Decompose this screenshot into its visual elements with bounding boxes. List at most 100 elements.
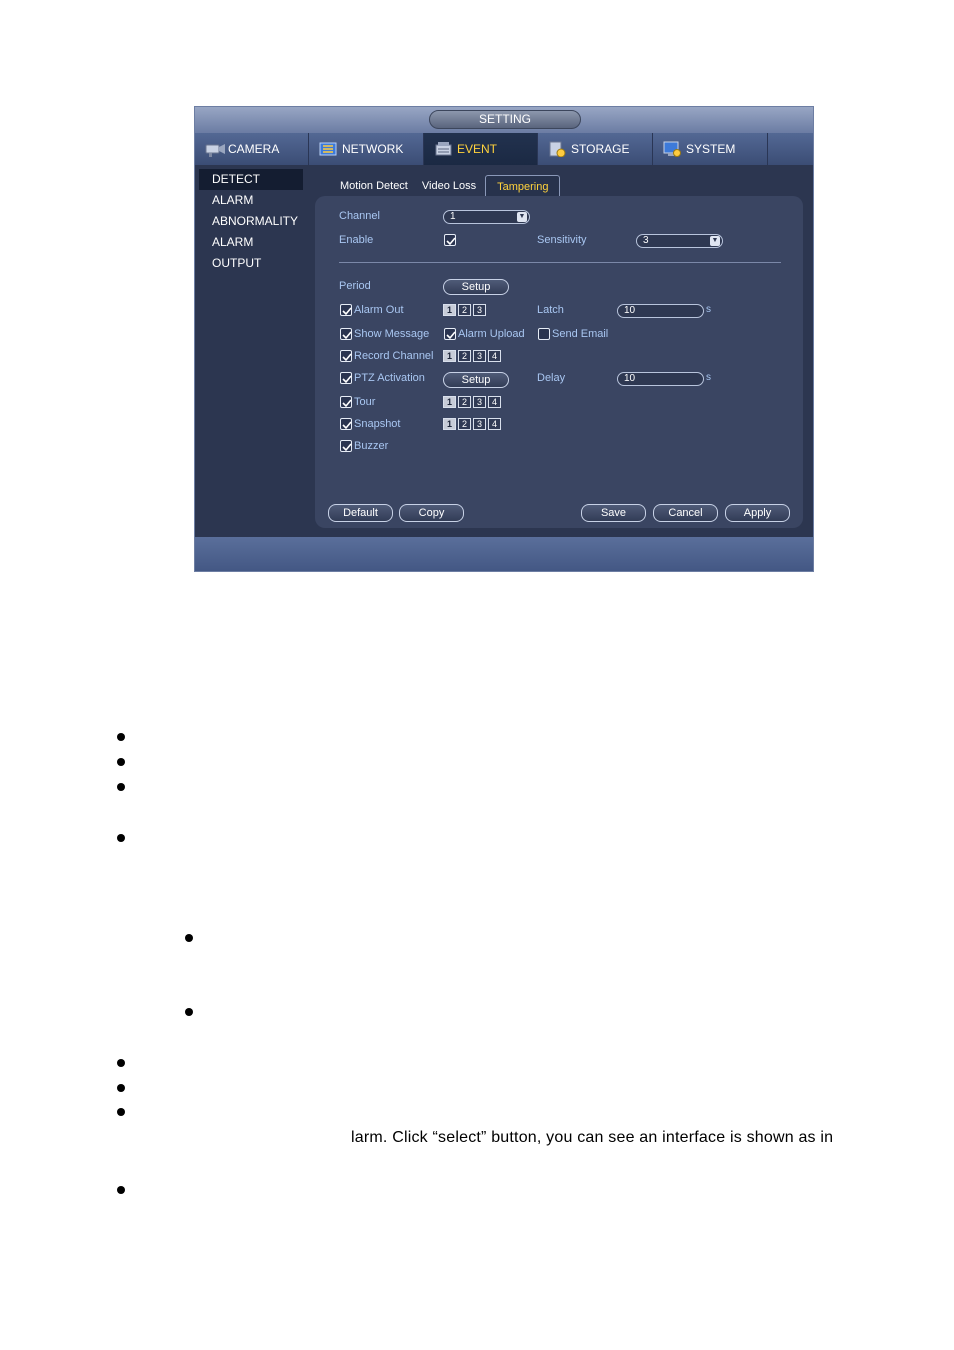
tour-channel-4[interactable]: 4 [488,396,501,408]
sidebar-item-detect[interactable]: DETECT [199,169,303,190]
bullet [117,1059,125,1067]
check-icon [342,353,352,362]
period-label: Period [339,280,371,292]
tour-checkbox[interactable] [340,396,352,408]
channel-label: Channel [339,210,380,222]
record-channel-3[interactable]: 3 [473,350,486,362]
title-bar: SETTING [195,107,813,133]
show-message-checkbox[interactable] [340,328,352,340]
bullet [117,1084,125,1092]
ptz-activation-checkbox[interactable] [340,372,352,384]
tab-storage[interactable]: STORAGE [538,133,653,165]
snapshot-channels: 1 2 3 4 [443,418,503,430]
copy-button[interactable]: Copy [399,504,464,522]
alarm-out-2[interactable]: 2 [458,304,471,316]
ptz-activation-label: PTZ Activation [354,372,425,384]
tour-channels: 1 2 3 4 [443,396,503,408]
buzzer-label: Buzzer [354,440,389,452]
snapshot-checkbox[interactable] [340,418,352,430]
latch-value: 10 [624,305,636,316]
check-icon [342,443,352,452]
latch-unit: s [706,304,711,315]
tab-network[interactable]: NETWORK [309,133,424,165]
sidebar-item-alarm-output[interactable]: ALARM OUTPUT [199,232,303,270]
record-channel-1[interactable]: 1 [443,350,456,362]
latch-input[interactable]: 10 [617,304,704,318]
tab-event[interactable]: EVENT [424,133,538,165]
event-icon [434,141,452,157]
tour-channel-3[interactable]: 3 [473,396,486,408]
bullet [117,733,125,741]
alarm-out-3[interactable]: 3 [473,304,486,316]
subtab-bar: Motion Detect Video Loss Tampering [333,175,561,197]
chevron-down-icon: ▼ [517,212,527,222]
check-icon [342,307,352,316]
check-icon [446,237,456,246]
sensitivity-label: Sensitivity [537,234,587,246]
delay-input[interactable]: 10 [617,372,704,386]
window-title: SETTING [429,110,581,129]
subtab-motion-detect[interactable]: Motion Detect [333,175,415,197]
chevron-down-icon: ▼ [710,236,720,246]
sensitivity-select[interactable]: 3 ▼ [636,234,723,248]
cancel-button[interactable]: Cancel [653,504,718,522]
snapshot-channel-2[interactable]: 2 [458,418,471,430]
channel-select[interactable]: 1 ▼ [443,210,530,224]
tab-network-label: NETWORK [342,142,404,156]
snapshot-channel-1[interactable]: 1 [443,418,456,430]
record-channel-2[interactable]: 2 [458,350,471,362]
channel-value: 1 [450,211,456,222]
sidebar: DETECT ALARM ABNORMALITY ALARM OUTPUT [199,169,303,270]
tour-label: Tour [354,396,376,408]
alarm-out-1[interactable]: 1 [443,304,456,316]
snapshot-channel-4[interactable]: 4 [488,418,501,430]
subtab-video-loss[interactable]: Video Loss [415,175,483,197]
tab-system-label: SYSTEM [686,142,736,156]
period-setup-button[interactable]: Setup [443,279,509,295]
record-channel-label: Record Channel [354,350,434,362]
tour-channel-1[interactable]: 1 [443,396,456,408]
check-icon [342,421,352,430]
enable-label: Enable [339,234,374,246]
check-icon [446,331,456,340]
ptz-setup-button[interactable]: Setup [443,372,509,388]
delay-unit: s [706,372,711,383]
tab-camera-label: CAMERA [228,142,280,156]
alarm-upload-checkbox[interactable] [444,328,456,340]
bullet [185,934,193,942]
apply-button[interactable]: Apply [725,504,790,522]
bottom-bar [195,537,813,571]
divider [339,262,781,263]
bullet [117,1108,125,1116]
enable-checkbox[interactable] [444,234,456,246]
doc-paragraph-line: larm. Click “select” button, you can see… [351,1129,834,1146]
alarm-out-label: Alarm Out [354,304,404,316]
alarm-out-checkbox[interactable] [340,304,352,316]
snapshot-channel-3[interactable]: 3 [473,418,486,430]
tab-camera[interactable]: CAMERA [195,133,309,165]
delay-label: Delay [537,372,566,384]
sensitivity-value: 3 [643,235,649,246]
snapshot-label: Snapshot [354,418,401,430]
save-button[interactable]: Save [581,504,646,522]
alarm-upload-label: Alarm Upload [458,328,525,340]
system-icon [663,141,681,157]
bullet [117,1186,125,1194]
record-channel-checkbox[interactable] [340,350,352,362]
subtab-tampering[interactable]: Tampering [485,175,561,197]
bullet [117,758,125,766]
record-channel-4[interactable]: 4 [488,350,501,362]
sidebar-item-alarm[interactable]: ALARM [199,190,303,211]
bullet [117,783,125,791]
default-button[interactable]: Default [328,504,393,522]
sidebar-item-abnormality[interactable]: ABNORMALITY [199,211,303,232]
bullet [185,1008,193,1016]
send-email-checkbox[interactable] [538,328,550,340]
tampering-panel: Channel 1 ▼ Enable Sensitivity 3 ▼ Perio… [315,196,803,528]
tab-system[interactable]: SYSTEM [653,133,768,165]
top-navigation: CAMERA NETWORK EVENT STORAGE SYSTEM [195,133,813,165]
tour-channel-2[interactable]: 2 [458,396,471,408]
latch-label: Latch [537,304,564,316]
network-icon [319,141,337,157]
buzzer-checkbox[interactable] [340,440,352,452]
